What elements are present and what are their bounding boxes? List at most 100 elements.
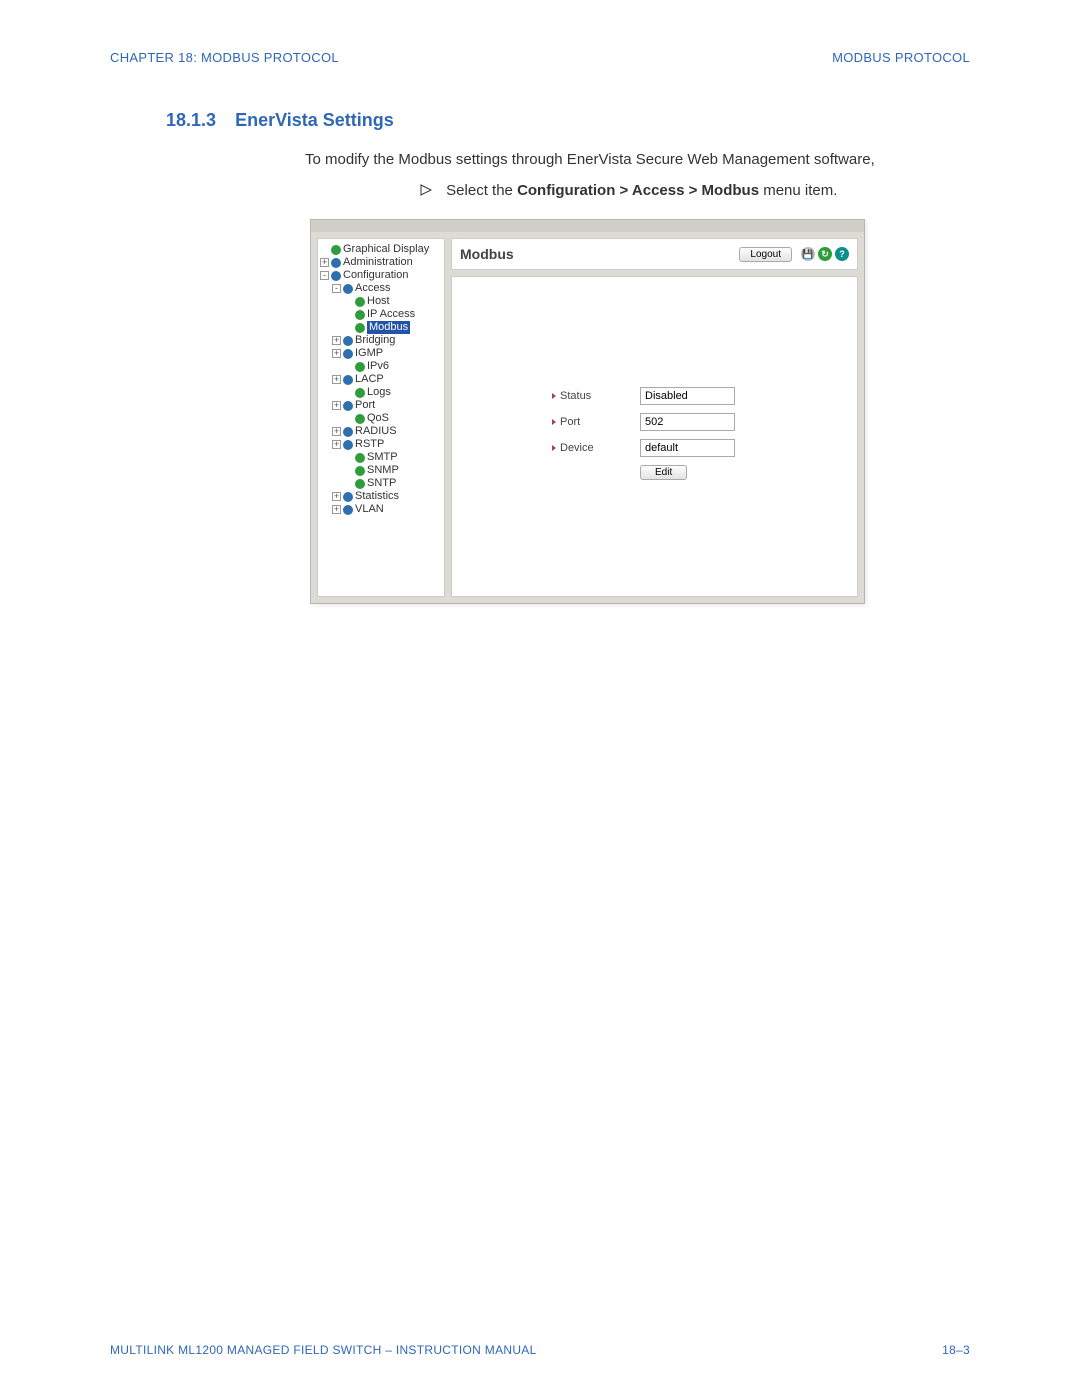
bullet-icon: [552, 393, 556, 399]
tree-row: Graphical Display: [320, 243, 442, 256]
leaf-icon: [355, 414, 365, 424]
leaf-icon: [331, 245, 341, 255]
tree-row: - Access: [320, 282, 442, 295]
spacer-icon: [344, 323, 353, 332]
form-input-device[interactable]: [640, 439, 735, 457]
expand-icon[interactable]: +: [332, 440, 341, 449]
tree-item-modbus[interactable]: Modbus: [367, 321, 410, 334]
spacer-icon: [344, 362, 353, 371]
tree-item-vlan[interactable]: VLAN: [355, 503, 384, 516]
screenshot-window: Graphical Display+Administration-Configu…: [310, 219, 865, 604]
expand-icon[interactable]: +: [332, 505, 341, 514]
expand-icon[interactable]: +: [332, 401, 341, 410]
bullet-icon: [552, 419, 556, 425]
tree-row: + Bridging: [320, 334, 442, 347]
section-heading: 18.1.3 EnerVista Settings: [166, 110, 970, 131]
tree-item-host[interactable]: Host: [367, 295, 390, 308]
expand-icon[interactable]: +: [332, 336, 341, 345]
tree-item-administration[interactable]: Administration: [343, 256, 413, 269]
save-icon[interactable]: 💾: [801, 247, 815, 261]
tree-item-snmp[interactable]: SNMP: [367, 464, 399, 477]
tree-row: + VLAN: [320, 503, 442, 516]
header-left: CHAPTER 18: MODBUS PROTOCOL: [110, 50, 339, 65]
tree-row: + RADIUS: [320, 425, 442, 438]
tree-item-smtp[interactable]: SMTP: [367, 451, 398, 464]
step-prefix: Select the: [446, 182, 517, 199]
expand-icon[interactable]: +: [332, 427, 341, 436]
refresh-icon[interactable]: ↻: [818, 247, 832, 261]
form-input-port[interactable]: [640, 413, 735, 431]
form-row: Port: [552, 413, 735, 431]
form-input-status[interactable]: [640, 387, 735, 405]
leaf-icon: [355, 453, 365, 463]
collapse-icon[interactable]: -: [320, 271, 329, 280]
tree-item-configuration[interactable]: Configuration: [343, 269, 408, 282]
spacer-icon: [344, 479, 353, 488]
spacer-icon: [344, 297, 353, 306]
content-body: StatusPortDeviceEdit: [451, 276, 858, 597]
tree-item-ip-access[interactable]: IP Access: [367, 308, 415, 321]
leaf-icon: [355, 323, 365, 333]
tree-row: + LACP: [320, 373, 442, 386]
tree-item-access[interactable]: Access: [355, 282, 390, 295]
spacer-icon: [344, 388, 353, 397]
expand-icon[interactable]: +: [320, 258, 329, 267]
folder-icon: [331, 271, 341, 281]
edit-button[interactable]: Edit: [640, 465, 687, 480]
tree-item-lacp[interactable]: LACP: [355, 373, 384, 386]
leaf-icon: [355, 297, 365, 307]
expand-icon[interactable]: +: [332, 349, 341, 358]
spacer-icon: [344, 466, 353, 475]
folder-icon: [343, 427, 353, 437]
collapse-icon[interactable]: -: [332, 284, 341, 293]
spacer-icon: [320, 245, 329, 254]
tree-item-ipv6[interactable]: IPv6: [367, 360, 389, 373]
panel-title: Modbus: [460, 246, 739, 262]
section-number: 18.1.3: [166, 110, 216, 130]
tree-row: SMTP: [320, 451, 442, 464]
tree-item-bridging[interactable]: Bridging: [355, 334, 395, 347]
header-right: MODBUS PROTOCOL: [832, 50, 970, 65]
tree-item-sntp[interactable]: SNTP: [367, 477, 396, 490]
leaf-icon: [355, 362, 365, 372]
footer-left: MULTILINK ML1200 MANAGED FIELD SWITCH – …: [110, 1343, 537, 1357]
logout-button[interactable]: Logout: [739, 247, 792, 262]
tree-item-graphical-display[interactable]: Graphical Display: [343, 243, 429, 256]
form-row: Edit: [640, 465, 735, 480]
tree-row: SNTP: [320, 477, 442, 490]
tree-row: + Administration: [320, 256, 442, 269]
expand-icon[interactable]: +: [332, 375, 341, 384]
section-body: To modify the Modbus settings through En…: [305, 151, 970, 168]
folder-icon: [343, 349, 353, 359]
tree-row: Logs: [320, 386, 442, 399]
expand-icon[interactable]: +: [332, 492, 341, 501]
folder-icon: [343, 440, 353, 450]
tree-row: Modbus: [320, 321, 442, 334]
leaf-icon: [355, 466, 365, 476]
leaf-icon: [355, 479, 365, 489]
tree-item-radius[interactable]: RADIUS: [355, 425, 397, 438]
tree-item-igmp[interactable]: IGMP: [355, 347, 383, 360]
folder-icon: [343, 336, 353, 346]
page-header: CHAPTER 18: MODBUS PROTOCOL MODBUS PROTO…: [110, 50, 970, 65]
leaf-icon: [355, 388, 365, 398]
tree-item-qos[interactable]: QoS: [367, 412, 389, 425]
spacer-icon: [344, 310, 353, 319]
tree-row: SNMP: [320, 464, 442, 477]
folder-icon: [343, 401, 353, 411]
step-bold: Configuration > Access > Modbus: [517, 182, 759, 199]
tree-row: + RSTP: [320, 438, 442, 451]
form-label-device: Device: [560, 442, 640, 454]
bullet-icon: [552, 445, 556, 451]
footer-right: 18–3: [942, 1343, 970, 1357]
spacer-icon: [344, 453, 353, 462]
tree-item-port[interactable]: Port: [355, 399, 375, 412]
tree-row: + Port: [320, 399, 442, 412]
help-icon[interactable]: ?: [835, 247, 849, 261]
tree-item-logs[interactable]: Logs: [367, 386, 391, 399]
tree-item-statistics[interactable]: Statistics: [355, 490, 399, 503]
nav-tree: Graphical Display+Administration-Configu…: [317, 238, 445, 597]
form-row: Device: [552, 439, 735, 457]
folder-icon: [343, 492, 353, 502]
tree-item-rstp[interactable]: RSTP: [355, 438, 384, 451]
